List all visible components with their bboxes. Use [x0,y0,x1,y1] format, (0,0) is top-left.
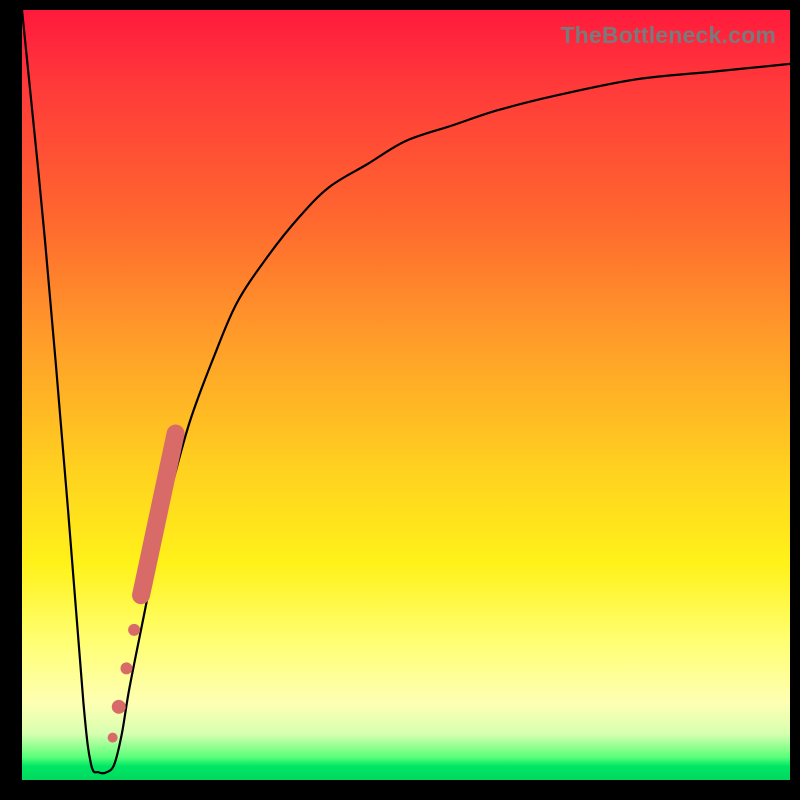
curve-layer [22,10,790,773]
marker-layer [108,434,176,743]
plot-area: TheBottleneck.com [22,10,790,780]
bottleneck-curve [22,10,790,773]
marker-dot [120,662,132,674]
marker-dot [108,733,118,743]
chart-svg [22,10,790,780]
chart-frame: TheBottleneck.com [0,0,800,800]
marker-bar [141,434,176,596]
marker-dot [128,624,140,636]
marker-dot [112,700,126,714]
